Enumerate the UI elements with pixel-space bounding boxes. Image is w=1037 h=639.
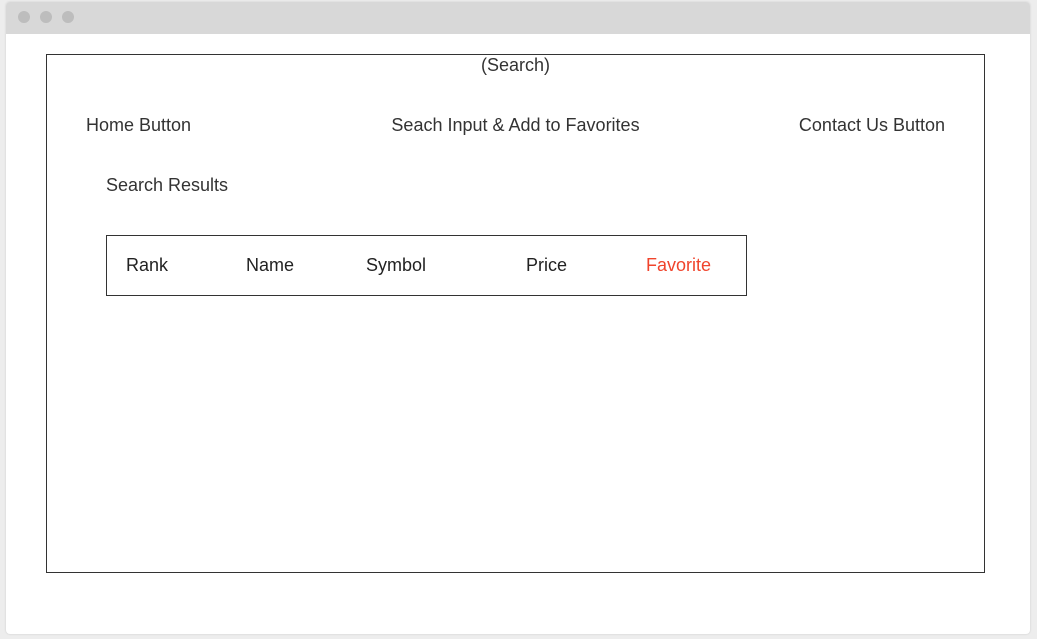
column-name: Name (246, 255, 295, 275)
window-maximize-icon[interactable] (62, 11, 74, 23)
browser-window: (Search) Home Button Seach Input & Add t… (6, 2, 1030, 634)
search-input-and-favorites[interactable]: Seach Input & Add to Favorites (391, 115, 639, 135)
window-minimize-icon[interactable] (40, 11, 52, 23)
column-favorite[interactable]: Favorite (646, 255, 711, 275)
contact-us-button[interactable]: Contact Us Button (799, 115, 945, 135)
window-titlebar (6, 2, 1030, 34)
search-results-heading: Search Results (106, 175, 229, 195)
column-symbol: Symbol (366, 255, 427, 275)
page-frame: (Search) Home Button Seach Input & Add t… (46, 54, 985, 573)
window-close-icon[interactable] (18, 11, 30, 23)
column-price: Price (526, 255, 568, 275)
page-title: (Search) (480, 55, 551, 75)
results-table-header: Rank Name Symbol Price Favorite (106, 235, 747, 296)
home-button[interactable]: Home Button (86, 115, 191, 135)
column-rank: Rank (126, 255, 169, 275)
